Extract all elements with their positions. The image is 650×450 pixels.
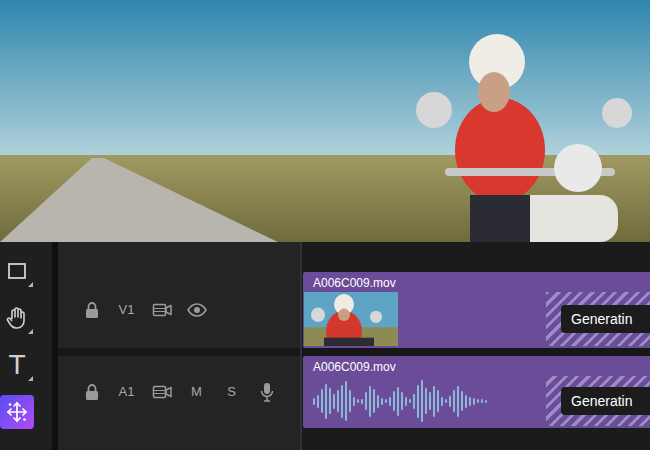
waveform-bar: [485, 400, 487, 403]
toolbar: T: [0, 242, 58, 450]
waveform-bar: [461, 391, 463, 411]
waveform-bar: [409, 399, 411, 403]
clip-thumbnail: [304, 292, 398, 346]
track-toggle[interactable]: M: [185, 382, 208, 402]
text-tool-icon: T: [8, 351, 25, 379]
waveform-bar: [389, 397, 391, 406]
waveform-bar: [329, 388, 331, 414]
waveform-bar: [433, 386, 435, 417]
waveform-bar: [473, 398, 475, 405]
clip[interactable]: A006C009.mov Generatin: [303, 272, 650, 348]
clip-body: Generatin: [303, 376, 650, 428]
generating-region: Generatin: [546, 376, 650, 426]
waveform-bar: [413, 394, 415, 409]
waveform-bar: [341, 385, 343, 418]
waveform-bar: [465, 395, 467, 408]
timeline-track: A006C009.mov Generatin: [302, 356, 650, 428]
waveform-bar: [369, 386, 371, 417]
camera-icon[interactable]: [150, 302, 173, 318]
timeline-editor: T V1A1MS A006C009.movGeneratinA006C009.m…: [0, 242, 650, 450]
track-header: V1: [58, 272, 300, 348]
waveform: [313, 376, 487, 426]
waveform-bar: [481, 399, 483, 403]
waveform-bar: [345, 381, 347, 421]
waveform-bar: [425, 388, 427, 414]
waveform-bar: [373, 389, 375, 413]
generate-icon: [5, 400, 29, 424]
camera-icon[interactable]: [150, 384, 173, 400]
generating-region: Generatin: [546, 292, 650, 346]
track-toggle[interactable]: S: [220, 382, 243, 402]
text-tool-label: T: [8, 351, 25, 379]
track-divider: [58, 348, 300, 356]
waveform-bar: [421, 380, 423, 422]
waveform-bar: [321, 389, 323, 413]
lock-icon[interactable]: [80, 383, 103, 401]
track-divider: [302, 348, 650, 356]
waveform-bar: [405, 397, 407, 406]
tool-button[interactable]: T: [0, 348, 34, 382]
waveform-bar: [445, 399, 447, 403]
waveform-bar: [401, 392, 403, 410]
waveform-bar: [457, 386, 459, 417]
waveform-bar: [449, 396, 451, 407]
clip-name: A006C009.mov: [303, 356, 650, 376]
tool-button[interactable]: [0, 301, 34, 335]
tool-button[interactable]: [0, 254, 34, 288]
generating-label: Generatin: [561, 305, 650, 333]
hand-icon: [6, 306, 28, 330]
waveform-bar: [317, 395, 319, 408]
timeline-track: A006C009.mov Generatin: [302, 272, 650, 348]
timeline: A006C009.mov Generatin A006C009.mov Generat…: [300, 242, 650, 450]
tool-button[interactable]: [0, 395, 34, 429]
track-headers: V1 A1 MS: [58, 242, 300, 450]
waveform-bar: [325, 384, 327, 419]
track-header: A1 MS: [58, 356, 300, 428]
generating-label: Generatin: [561, 387, 650, 415]
clip-name: A006C009.mov: [303, 272, 650, 292]
waveform-bar: [441, 397, 443, 406]
waveform-bar: [333, 394, 335, 409]
shape-icon: [7, 261, 27, 281]
waveform-bar: [349, 390, 351, 412]
waveform-bar: [393, 391, 395, 411]
waveform-bar: [417, 385, 419, 418]
waveform-bar: [429, 392, 431, 410]
waveform-bar: [337, 390, 339, 412]
waveform-bar: [437, 390, 439, 412]
waveform-bar: [397, 387, 399, 416]
microphone-icon[interactable]: [255, 382, 278, 402]
clip[interactable]: A006C009.mov Generatin: [303, 356, 650, 428]
waveform-bar: [453, 390, 455, 412]
clip-body: Generatin: [303, 292, 650, 348]
track-label: A1: [115, 382, 138, 402]
waveform-bar: [353, 397, 355, 406]
waveform-bar: [313, 398, 315, 405]
waveform-bar: [385, 399, 387, 403]
waveform-bar: [469, 397, 471, 406]
waveform-bar: [477, 399, 479, 403]
video-preview: [0, 0, 650, 242]
lock-icon[interactable]: [80, 301, 103, 319]
waveform-bar: [361, 399, 363, 404]
waveform-bar: [377, 395, 379, 408]
eye-icon[interactable]: [185, 303, 208, 317]
waveform-bar: [357, 399, 359, 403]
waveform-bar: [365, 392, 367, 410]
waveform-bar: [381, 398, 383, 405]
track-label: V1: [115, 300, 138, 320]
